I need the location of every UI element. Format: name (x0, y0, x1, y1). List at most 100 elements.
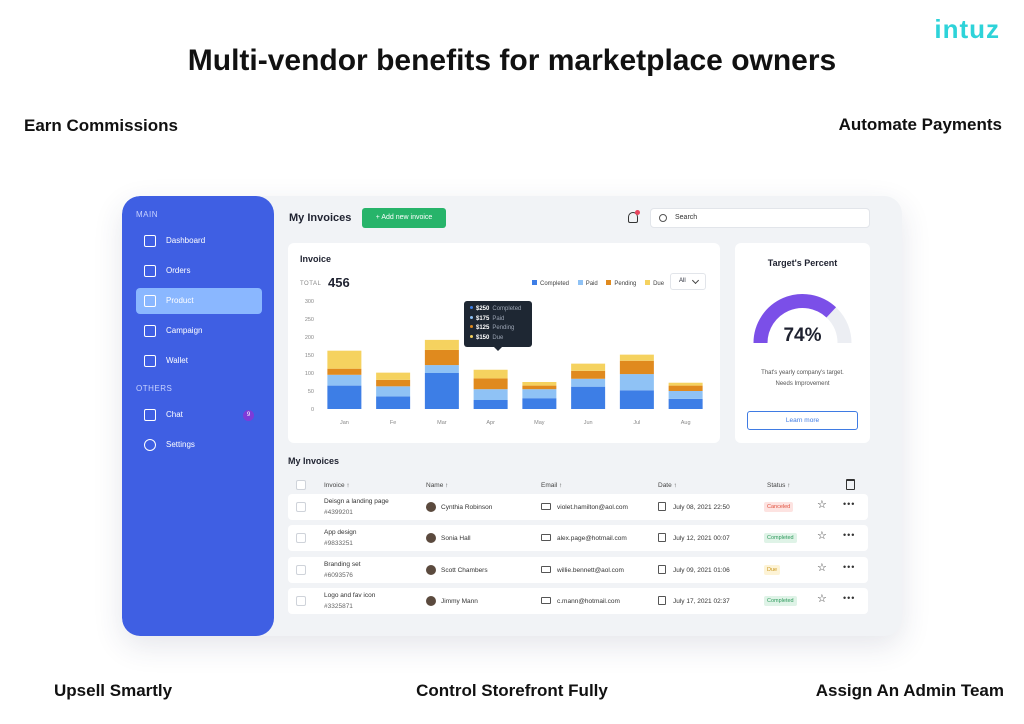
table-row[interactable]: App design #9833251 Sonia Hall alex.page@ho… (288, 525, 868, 551)
bar-completed-jan[interactable] (327, 385, 362, 409)
bar-pending-mar[interactable] (424, 349, 459, 366)
sidebar-item-dashboard[interactable]: Dashboard (136, 228, 262, 254)
customer-email: violet.hamilton@aol.com (557, 504, 628, 511)
sidebar-item-label: Chat (166, 410, 183, 419)
bar-pending-may[interactable] (522, 385, 557, 390)
sidebar: MAIN Dashboard Orders Product Campaign W… (122, 196, 274, 636)
learn-more-button[interactable]: Learn more (747, 411, 858, 430)
bar-pending-jun[interactable] (571, 370, 606, 379)
y-tick-label: 100 (305, 371, 314, 377)
target-card-title: Target's Percent (767, 258, 838, 268)
sidebar-item-orders[interactable]: Orders (136, 258, 262, 284)
customer-name: Jimmy Mann (441, 598, 478, 605)
x-tick-label: Jun (584, 420, 593, 426)
tooltip-row-completed: $250 Completed (470, 305, 526, 315)
bar-paid-apr[interactable] (473, 389, 508, 400)
invoice-title: Branding set (324, 561, 361, 568)
more-options-icon[interactable]: ••• (843, 562, 855, 572)
sidebar-item-campaign[interactable]: Campaign (136, 318, 262, 344)
bar-completed-may[interactable] (522, 398, 557, 409)
sidebar-item-product[interactable]: Product (136, 288, 262, 314)
star-icon[interactable]: ☆ (817, 531, 827, 542)
row-checkbox[interactable] (296, 502, 306, 512)
bar-completed-fe[interactable] (376, 396, 411, 409)
bar-due-aug[interactable] (668, 382, 703, 386)
more-options-icon[interactable]: ••• (843, 593, 855, 603)
column-name[interactable]: Name ↑ (426, 482, 448, 489)
row-checkbox[interactable] (296, 565, 306, 575)
trash-icon[interactable] (846, 479, 855, 490)
more-options-icon[interactable]: ••• (843, 530, 855, 540)
bar-due-fe[interactable] (376, 372, 411, 380)
star-icon[interactable]: ☆ (817, 500, 827, 511)
column-status[interactable]: Status ↑ (767, 482, 790, 489)
column-invoice[interactable]: Invoice ↑ (324, 482, 350, 489)
customer-name: Cynthia Robinson (441, 504, 493, 511)
x-tick-label: Jul (633, 420, 640, 426)
chat-icon (144, 409, 156, 421)
benefit-automate-payments: Automate Payments (838, 115, 1002, 134)
y-tick-label: 0 (311, 407, 314, 413)
brand-logo: intuz (934, 14, 1000, 44)
y-tick-label: 300 (305, 299, 314, 305)
chart-tooltip: $250 Completed $175 Paid $125 Pending $150 D… (464, 301, 532, 351)
bar-completed-jul[interactable] (619, 390, 654, 409)
bar-due-mar[interactable] (424, 339, 459, 350)
bar-completed-aug[interactable] (668, 398, 703, 409)
y-tick-label: 250 (305, 317, 314, 323)
bar-completed-jun[interactable] (571, 386, 606, 409)
sidebar-item-wallet[interactable]: Wallet (136, 348, 262, 374)
sidebar-item-label: Dashboard (166, 236, 206, 245)
column-date[interactable]: Date ↑ (658, 482, 677, 489)
bar-pending-fe[interactable] (376, 379, 411, 387)
bar-paid-may[interactable] (522, 389, 557, 399)
bag-icon (144, 265, 156, 277)
bar-paid-aug[interactable] (668, 391, 703, 399)
bar-paid-jun[interactable] (571, 378, 606, 387)
total-value: 456 (328, 275, 350, 290)
bar-due-apr[interactable] (473, 369, 508, 379)
sidebar-section-main: MAIN (136, 210, 158, 219)
star-icon[interactable]: ☆ (817, 563, 827, 574)
range-dropdown[interactable]: All (670, 273, 706, 290)
sidebar-item-settings[interactable]: Settings (136, 432, 262, 458)
table-row[interactable]: Logo and fav icon #3325871 Jimmy Mann c.man… (288, 588, 868, 614)
sidebar-item-label: Product (166, 296, 194, 305)
sidebar-item-chat[interactable]: Chat 9 (136, 402, 262, 428)
add-invoice-button[interactable]: + Add new invoice (362, 208, 446, 228)
select-all-checkbox[interactable] (296, 480, 306, 490)
benefit-assign-admin: Assign An Admin Team (815, 681, 1004, 700)
bar-paid-mar[interactable] (424, 365, 459, 373)
search-input[interactable]: Search (650, 208, 870, 228)
bar-due-jan[interactable] (327, 350, 362, 369)
more-options-icon[interactable]: ••• (843, 499, 855, 509)
row-checkbox[interactable] (296, 596, 306, 606)
row-checkbox[interactable] (296, 533, 306, 543)
bar-paid-jul[interactable] (619, 374, 654, 391)
bar-pending-jan[interactable] (327, 368, 362, 375)
bar-due-may[interactable] (522, 382, 557, 386)
legend-pending: Pending (606, 280, 636, 287)
invoice-title: Deisgn a landing page (324, 498, 389, 505)
bar-pending-aug[interactable] (668, 385, 703, 391)
target-percent-card: Target's Percent 74% That's yearly compa… (735, 243, 870, 443)
table-row[interactable]: Deisgn a landing page #4399201 Cynthia Rob… (288, 494, 868, 520)
avatar (426, 502, 436, 512)
bar-pending-apr[interactable] (473, 378, 508, 390)
column-email[interactable]: Email ↑ (541, 482, 562, 489)
bar-pending-jul[interactable] (619, 360, 654, 375)
chart-legend: Completed Paid Pending Due (532, 280, 671, 287)
table-row[interactable]: Branding set #6093576 Scott Chambers willie… (288, 557, 868, 583)
bar-due-jul[interactable] (619, 354, 654, 361)
bar-due-jun[interactable] (571, 363, 606, 371)
bar-completed-mar[interactable] (424, 373, 459, 409)
star-icon[interactable]: ☆ (817, 594, 827, 605)
calendar-icon (658, 596, 666, 605)
bar-completed-apr[interactable] (473, 400, 508, 409)
y-tick-label: 200 (305, 335, 314, 341)
mail-icon (541, 597, 551, 604)
bar-paid-fe[interactable] (376, 386, 411, 397)
notification-bell-icon[interactable] (628, 210, 640, 223)
bar-paid-jan[interactable] (327, 374, 362, 386)
table-header: Invoice ↑ Name ↑ Email ↑ Date ↑ Status ↑ (288, 476, 868, 496)
